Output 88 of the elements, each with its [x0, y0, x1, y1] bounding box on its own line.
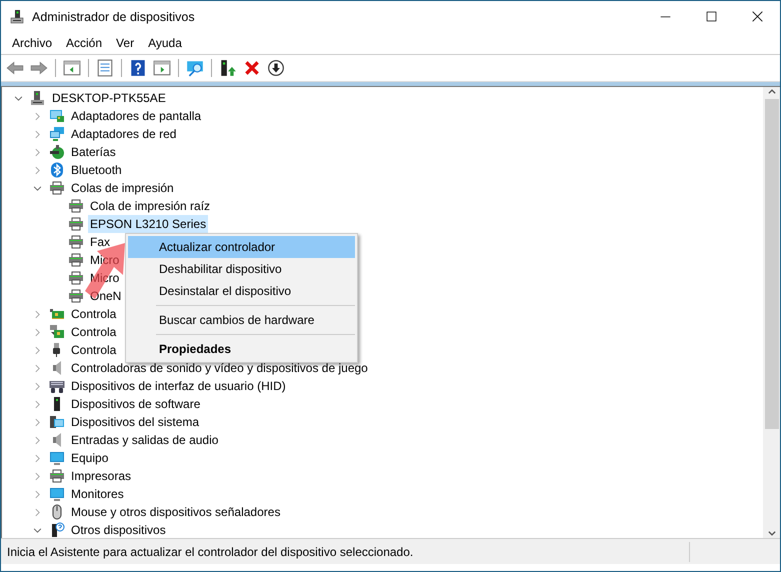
scan-monitor-icon[interactable]	[186, 59, 204, 77]
tree-item[interactable]: Controla	[69, 305, 118, 323]
printer-icon	[49, 180, 65, 196]
close-icon[interactable]	[752, 11, 762, 22]
monitor-icon	[49, 450, 65, 466]
network-icon	[49, 126, 65, 142]
update-driver-icon[interactable]	[219, 59, 237, 77]
tree-item[interactable]: Adaptadores de pantalla	[69, 107, 204, 125]
expand-chevron-icon[interactable]	[32, 508, 42, 516]
tree-item[interactable]: OneN	[88, 287, 124, 305]
expand-chevron-icon[interactable]	[32, 112, 42, 120]
expand-chevron-icon[interactable]	[32, 472, 42, 480]
context-menu-item[interactable]: Propiedades	[128, 338, 355, 360]
forward-icon[interactable]	[30, 59, 48, 77]
collapse-chevron-icon[interactable]	[32, 526, 42, 534]
battery-icon	[49, 144, 65, 160]
context-menu-item[interactable]: Actualizar controlador	[128, 236, 355, 258]
tree-item[interactable]: Dispositivos de software	[69, 395, 202, 413]
menu-item[interactable]: Ver	[109, 36, 142, 50]
tree-item[interactable]: Bluetooth	[69, 161, 124, 179]
expand-chevron-icon[interactable]	[32, 130, 42, 138]
tree-item[interactable]: Adaptadores de red	[69, 125, 178, 143]
help-icon[interactable]	[129, 59, 147, 77]
printer-icon	[68, 270, 84, 286]
tree-item[interactable]: Dispositivos del sistema	[69, 413, 202, 431]
context-menu-item[interactable]: Desinstalar el dispositivo	[128, 280, 355, 302]
tree-item[interactable]: EPSON L3210 Series	[88, 215, 208, 233]
tree-item[interactable]: Fax	[88, 233, 112, 251]
expand-chevron-icon[interactable]	[32, 364, 42, 372]
expand-chevron-icon[interactable]	[32, 148, 42, 156]
tree-item[interactable]: Impresoras	[69, 467, 134, 485]
printer-icon	[68, 198, 84, 214]
uninstall-icon[interactable]	[243, 59, 261, 77]
back-icon[interactable]	[6, 59, 24, 77]
window-title: Administrador de dispositivos	[32, 10, 195, 24]
menu-item[interactable]: Acción	[59, 36, 110, 50]
tree-item[interactable]: Equipo	[69, 449, 110, 467]
collapse-chevron-icon[interactable]	[32, 184, 42, 192]
expand-chevron-icon[interactable]	[32, 400, 42, 408]
menu-item[interactable]: Ayuda	[141, 36, 189, 50]
expansion-card-icon	[49, 306, 65, 322]
properties-icon[interactable]	[96, 59, 114, 77]
keyboard-icon	[49, 378, 65, 394]
expand-chevron-icon[interactable]	[32, 490, 42, 498]
storage-card-icon	[49, 324, 65, 340]
tree-item[interactable]: Micro	[88, 269, 122, 287]
tree-item[interactable]: Monitores	[69, 485, 126, 503]
maximize-icon[interactable]	[706, 11, 716, 22]
printer-icon	[49, 468, 65, 484]
expand-chevron-icon[interactable]	[32, 418, 42, 426]
computer-icon	[30, 90, 46, 106]
tree-item[interactable]: Baterías	[69, 143, 118, 161]
context-menu-item[interactable]: Buscar cambios de hardware	[128, 309, 355, 331]
monitor-icon	[49, 486, 65, 502]
tree-item[interactable]: Controla	[69, 323, 118, 341]
system-icon	[49, 414, 65, 430]
bluetooth-icon	[49, 162, 65, 178]
tree-item[interactable]: Controladoras de sonido y vídeo y dispositivos de juego	[69, 359, 370, 377]
expand-chevron-icon[interactable]	[32, 382, 42, 390]
printer-icon	[68, 252, 84, 268]
printer-icon	[68, 216, 84, 232]
download-icon[interactable]	[267, 59, 285, 77]
status-text: Inicia el Asistente para actualizar el controlador del dispositivo seleccionado.	[6, 544, 414, 558]
tree-item[interactable]: Mouse y otros dispositivos señaladores	[69, 503, 282, 521]
expand-chevron-icon[interactable]	[32, 328, 42, 336]
tree-item[interactable]: Cola de impresión raíz	[88, 197, 212, 215]
action-pane-icon[interactable]	[153, 59, 171, 77]
expand-chevron-icon[interactable]	[32, 436, 42, 444]
tree-item[interactable]: Colas de impresión	[69, 179, 176, 197]
menu-item[interactable]: Archivo	[5, 36, 60, 50]
device-manager-icon	[9, 8, 25, 24]
printer-icon	[68, 288, 84, 304]
expand-chevron-icon[interactable]	[32, 310, 42, 318]
console-tree-icon[interactable]	[63, 59, 81, 77]
scrollbar-thumb[interactable]	[764, 99, 778, 429]
printer-icon	[68, 234, 84, 250]
tree-item[interactable]: DESKTOP-PTK55AE	[50, 89, 168, 107]
tree-item[interactable]: Otros dispositivos	[69, 521, 168, 538]
unknown-device-icon	[49, 522, 65, 538]
tree-item[interactable]: Controla	[69, 341, 118, 359]
expand-chevron-icon[interactable]	[32, 454, 42, 462]
context-menu-item[interactable]: Deshabilitar dispositivo	[128, 258, 355, 280]
tree-item[interactable]: Entradas y salidas de audio	[69, 431, 220, 449]
expand-chevron-icon[interactable]	[32, 166, 42, 174]
display-adapter-icon	[49, 108, 65, 124]
expand-chevron-icon[interactable]	[32, 346, 42, 354]
tree-item[interactable]: Dispositivos de interfaz de usuario (HID)	[69, 377, 288, 395]
collapse-chevron-icon[interactable]	[14, 94, 22, 102]
